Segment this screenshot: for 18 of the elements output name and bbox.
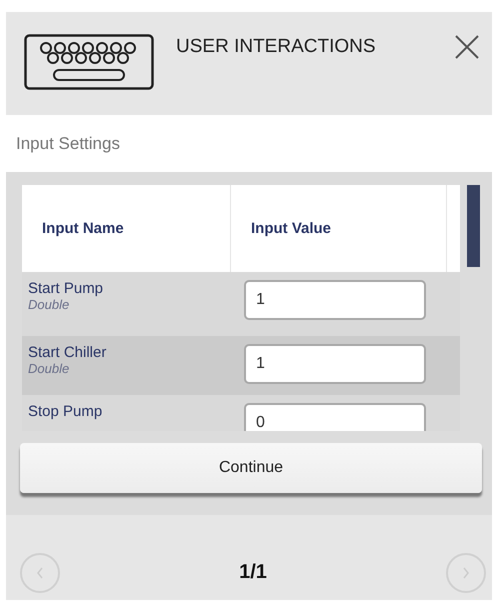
close-icon <box>454 34 480 60</box>
input-type: Double <box>28 297 70 312</box>
page-indicator: 1/1 <box>239 561 267 584</box>
section-title: Input Settings <box>6 115 492 172</box>
chevron-left-icon <box>36 566 44 578</box>
keyboard-icon <box>24 34 154 90</box>
dialog-title: USER INTERACTIONS <box>176 35 377 58</box>
value-field[interactable]: 1 <box>244 280 426 320</box>
input-type: Double <box>28 361 70 376</box>
scrollbar-thumb[interactable] <box>467 185 480 267</box>
value-field[interactable]: 0 <box>244 403 426 431</box>
table-row[interactable]: Start Chiller Double 1 <box>22 336 460 395</box>
chevron-right-icon <box>462 566 470 578</box>
continue-button[interactable]: Continue <box>20 443 482 493</box>
input-name: Stop Pump <box>28 403 104 420</box>
value-field[interactable]: 1 <box>244 344 426 384</box>
input-name: Start Pump <box>28 280 104 297</box>
input-name: Start Chiller <box>28 344 108 361</box>
